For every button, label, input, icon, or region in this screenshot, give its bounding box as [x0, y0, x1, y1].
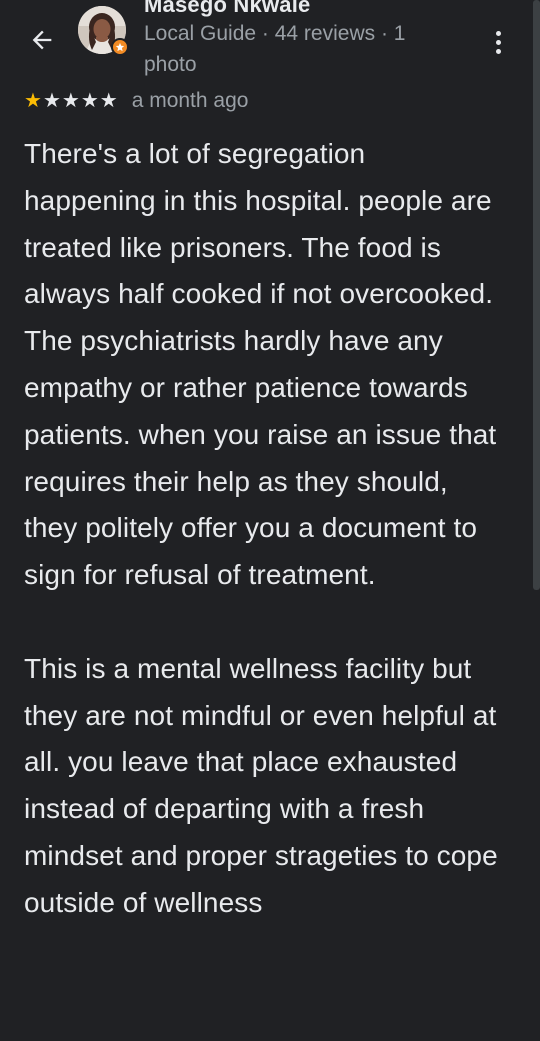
- star-icon: ★: [99, 90, 118, 112]
- review-paragraph: There's a lot of segregation happening i…: [24, 138, 497, 591]
- arrow-back-icon: [32, 30, 52, 50]
- more-options-button[interactable]: [482, 22, 514, 62]
- review-text: There's a lot of segregation happening i…: [24, 131, 504, 927]
- more-vert-icon: [495, 30, 501, 36]
- reviewer-name[interactable]: Masego Nkwale: [144, 0, 310, 18]
- review-date: a month ago: [131, 89, 249, 112]
- review-paragraph: This is a mental wellness facility but t…: [24, 652, 498, 918]
- rating-row: ★ ★ ★ ★ ★ a month ago: [24, 88, 248, 114]
- avatar[interactable]: [78, 6, 129, 56]
- star-icon: ★: [61, 90, 80, 112]
- review-detail-screen: Masego Nkwale Local Guide · 44 reviews ·…: [0, 0, 540, 1041]
- reviewer-meta: Local Guide · 44 reviews · 1 photo: [144, 22, 406, 76]
- star-icon: ★: [80, 90, 99, 112]
- review-header: Masego Nkwale Local Guide · 44 reviews ·…: [0, 0, 540, 86]
- star-icon: ★: [42, 90, 61, 112]
- local-guide-badge-icon: [111, 38, 129, 56]
- paragraph-spacer: [24, 599, 504, 646]
- star-icon: ★: [24, 90, 42, 112]
- back-button[interactable]: [22, 20, 62, 60]
- scrollbar[interactable]: [533, 0, 540, 590]
- star-rating: ★ ★ ★ ★ ★: [24, 91, 118, 111]
